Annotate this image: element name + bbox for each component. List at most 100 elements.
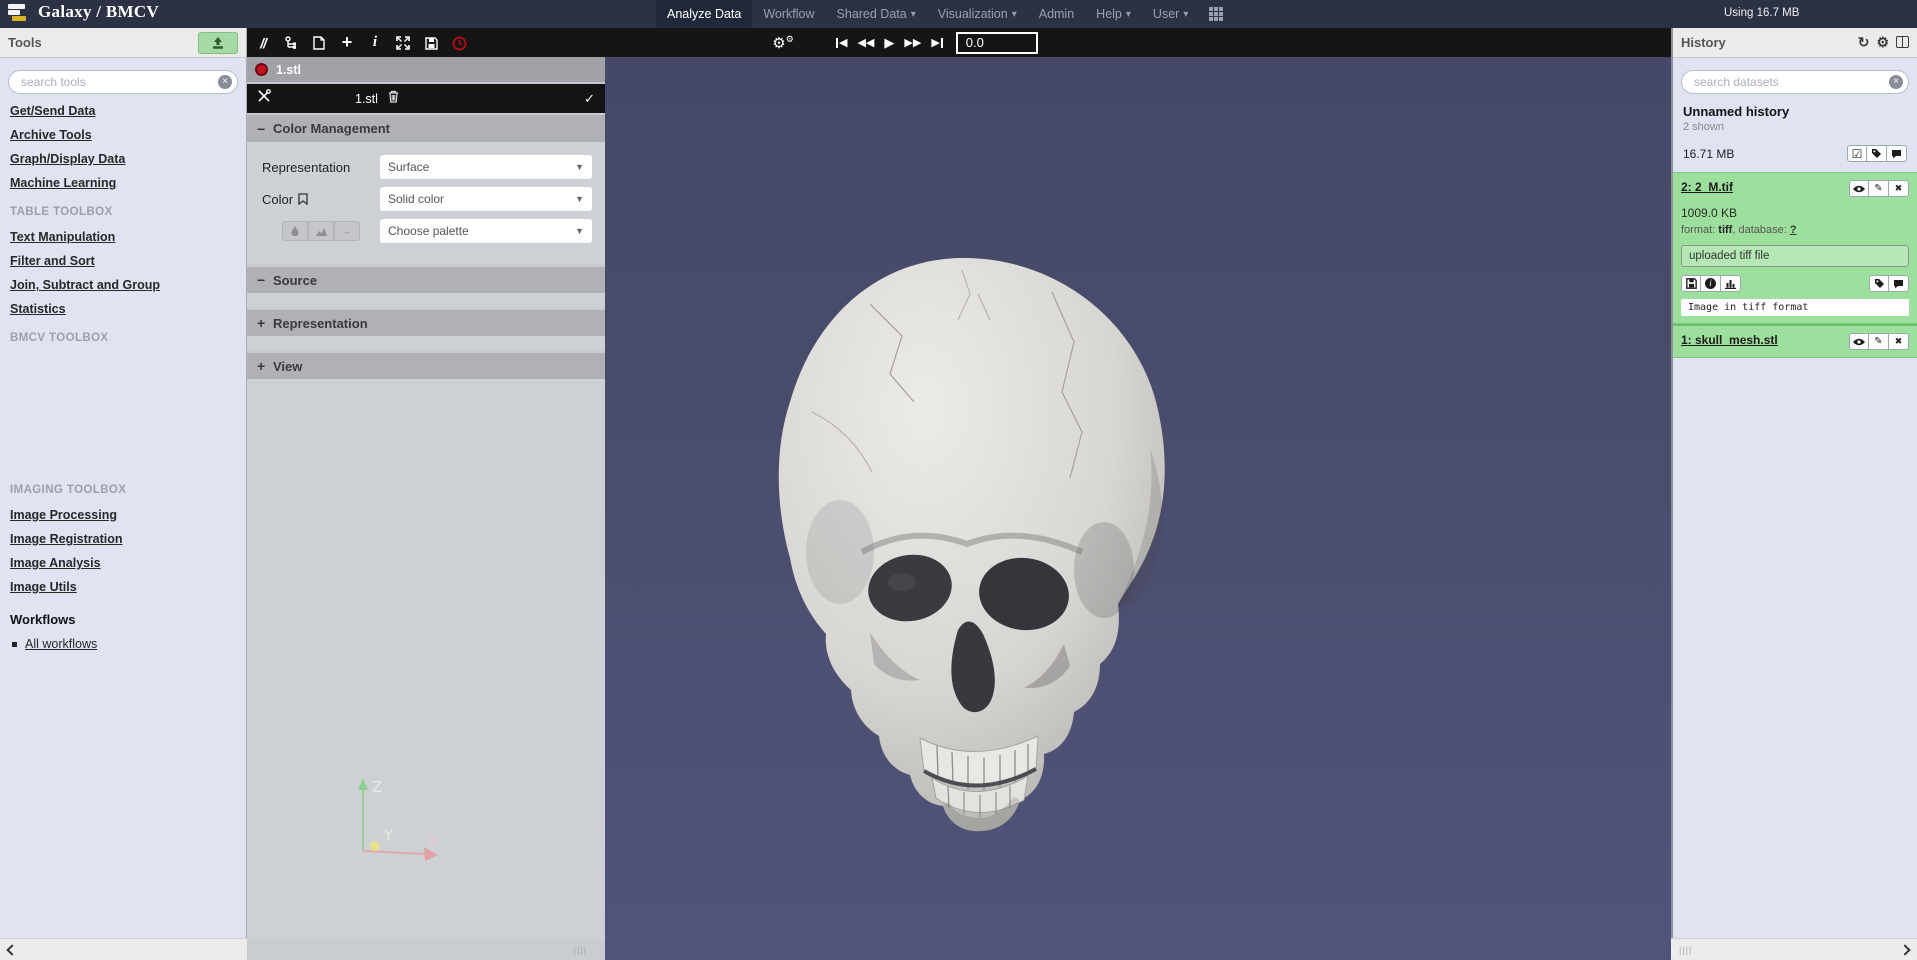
galaxy-logo-icon (8, 3, 30, 22)
annotation-comment-icon[interactable] (1887, 145, 1907, 162)
resize-fullscreen-icon[interactable] (391, 35, 415, 51)
pipeline-tree-icon[interactable] (279, 35, 303, 51)
dataset-card-2[interactable]: 2: 2_M.tif 1009.0 KB format: tiff, datab… (1673, 172, 1917, 324)
database-link[interactable]: ? (1790, 224, 1797, 236)
tool-section-statistics[interactable]: Statistics (10, 302, 66, 316)
collapse-left-panel-icon[interactable] (6, 944, 17, 955)
axis-x-label: X (428, 832, 438, 850)
tools-wrench-icon[interactable] (257, 89, 271, 108)
menu-workflow[interactable]: Workflow (752, 0, 825, 28)
clear-search-icon[interactable]: × (218, 75, 232, 89)
tool-section-archive-tools[interactable]: Archive Tools (10, 128, 92, 142)
x-delete-icon[interactable] (1889, 180, 1909, 197)
menu-visualization[interactable]: Visualization (927, 0, 1028, 28)
dataset-card-1[interactable]: 1: skull_mesh.stl (1673, 324, 1917, 358)
color-mode-select[interactable]: Solid color▼ (380, 187, 592, 211)
refresh-history-icon[interactable] (1858, 34, 1870, 51)
bookmark-icon[interactable] (298, 193, 308, 205)
clear-search-icon[interactable]: × (1889, 75, 1903, 89)
select-items-checkbox-icon[interactable] (1847, 145, 1867, 162)
annotation-comment-icon[interactable] (1889, 275, 1909, 292)
tool-section-image-processing[interactable]: Image Processing (10, 508, 117, 522)
history-name[interactable]: Unnamed history (1683, 104, 1907, 119)
select-caret-icon: ▼ (575, 226, 584, 236)
menu-admin[interactable]: Admin (1028, 0, 1085, 28)
information-icon[interactable]: i (363, 34, 387, 51)
delete-source-trash-icon[interactable] (388, 90, 399, 108)
quota-usage[interactable]: Using 16.7 MB (1724, 7, 1799, 19)
skip-to-start-icon[interactable]: ◀ (835, 36, 847, 49)
tool-section-image-utils[interactable]: Image Utils (10, 580, 77, 594)
resize-grip-icon[interactable]: |||| (1679, 945, 1692, 955)
toolbox-label-imaging: IMAGING TOOLBOX (10, 484, 246, 496)
pencil-edit-icon[interactable] (1869, 180, 1889, 197)
save-state-icon[interactable] (419, 35, 443, 50)
apply-check-icon[interactable]: ✓ (584, 91, 595, 107)
chart-visualize-icon[interactable] (1721, 275, 1741, 292)
history-size: 16.71 MB (1683, 147, 1734, 161)
timer-reset-icon[interactable] (447, 34, 471, 50)
fast-forward-icon[interactable]: ▶▶ (904, 36, 921, 49)
tool-section-join-subtract-group[interactable]: Join, Subtract and Group (10, 278, 160, 292)
color-drop-icon[interactable] (282, 221, 308, 241)
eye-display-icon[interactable] (1849, 180, 1869, 197)
tool-section-image-registration[interactable]: Image Registration (10, 532, 123, 546)
history-options-gear-icon[interactable] (1876, 34, 1889, 51)
section-representation[interactable]: + Representation (247, 307, 605, 336)
pencil-edit-icon[interactable] (1869, 333, 1889, 350)
tools-panel: Tools × Get/Send Data Archive Tools Grap… (0, 28, 247, 938)
toolbox-label-bmcv: BMCV TOOLBOX (10, 332, 246, 344)
edit-strokes-icon[interactable]: // (251, 35, 275, 51)
section-color-management[interactable]: − Color Management (247, 113, 605, 142)
tools-panel-footer (0, 938, 247, 960)
tool-section-graph-display-data[interactable]: Graph/Display Data (10, 152, 125, 166)
menu-help[interactable]: Help (1085, 0, 1142, 28)
webhooks-grid-icon[interactable] (1209, 7, 1223, 21)
tool-section-filter-and-sort[interactable]: Filter and Sort (10, 254, 95, 268)
tags-icon[interactable] (1869, 275, 1889, 292)
save-download-icon[interactable] (1681, 275, 1701, 292)
eye-display-icon[interactable] (1849, 333, 1869, 350)
tool-section-text-manipulation[interactable]: Text Manipulation (10, 230, 115, 244)
active-source-row[interactable]: 1.stl ✓ (247, 84, 605, 113)
dataset-title-link[interactable]: 1: skull_mesh.stl (1681, 333, 1778, 347)
x-delete-icon[interactable] (1889, 333, 1909, 350)
rewind-icon[interactable]: ◀◀ (857, 36, 874, 49)
collapse-right-panel-icon[interactable] (1899, 944, 1910, 955)
skip-to-end-icon[interactable]: ▶ (931, 36, 943, 49)
menu-user[interactable]: User (1142, 0, 1199, 28)
representation-select[interactable]: Surface▼ (380, 155, 592, 179)
choose-palette-select[interactable]: Choose palette▼ (380, 219, 592, 243)
play-icon[interactable]: ▶ (884, 35, 894, 51)
file-icon[interactable] (307, 35, 331, 51)
histogram-range-icon[interactable] (308, 221, 334, 241)
resize-grip-icon[interactable]: |||| (574, 945, 587, 955)
representation-label: Representation (262, 160, 380, 175)
dataset-title-link[interactable]: 2: 2_M.tif (1681, 180, 1733, 194)
tool-section-get-send-data[interactable]: Get/Send Data (10, 104, 95, 118)
section-view[interactable]: + View (247, 350, 605, 379)
menu-analyze-data[interactable]: Analyze Data (656, 0, 752, 28)
info-icon[interactable]: i (1701, 275, 1721, 292)
all-workflows-item[interactable]: All workflows (12, 637, 246, 651)
tool-search-input[interactable] (8, 70, 238, 94)
time-value-input[interactable] (956, 32, 1038, 54)
rescale-range-icon[interactable]: ↔ (334, 221, 360, 241)
tool-section-machine-learning[interactable]: Machine Learning (10, 176, 116, 190)
pipeline-source-row[interactable]: 1.stl (247, 57, 605, 84)
settings-gears-icon[interactable]: ⚙⚙ (771, 34, 795, 52)
axis-z-label: Z (372, 778, 382, 796)
menu-shared-data[interactable]: Shared Data (826, 0, 927, 28)
dataset-peek: Image in tiff format (1681, 299, 1909, 316)
source-visibility-dot-icon[interactable] (255, 63, 268, 76)
render-viewport[interactable] (605, 57, 1671, 960)
tags-icon[interactable] (1867, 145, 1887, 162)
dataset-search-input[interactable] (1681, 70, 1909, 94)
visualizer-toolbar: // + i ⚙⚙ ◀ ◀◀ ▶ ▶▶ ▶ (247, 28, 1671, 57)
galaxy-logo-brand[interactable]: Galaxy / BMCV (8, 2, 159, 22)
multi-history-columns-icon[interactable] (1896, 36, 1909, 48)
tool-section-image-analysis[interactable]: Image Analysis (10, 556, 101, 570)
section-source[interactable]: − Source (247, 264, 605, 293)
add-source-icon[interactable]: + (335, 32, 359, 53)
upload-data-button[interactable] (198, 32, 238, 54)
